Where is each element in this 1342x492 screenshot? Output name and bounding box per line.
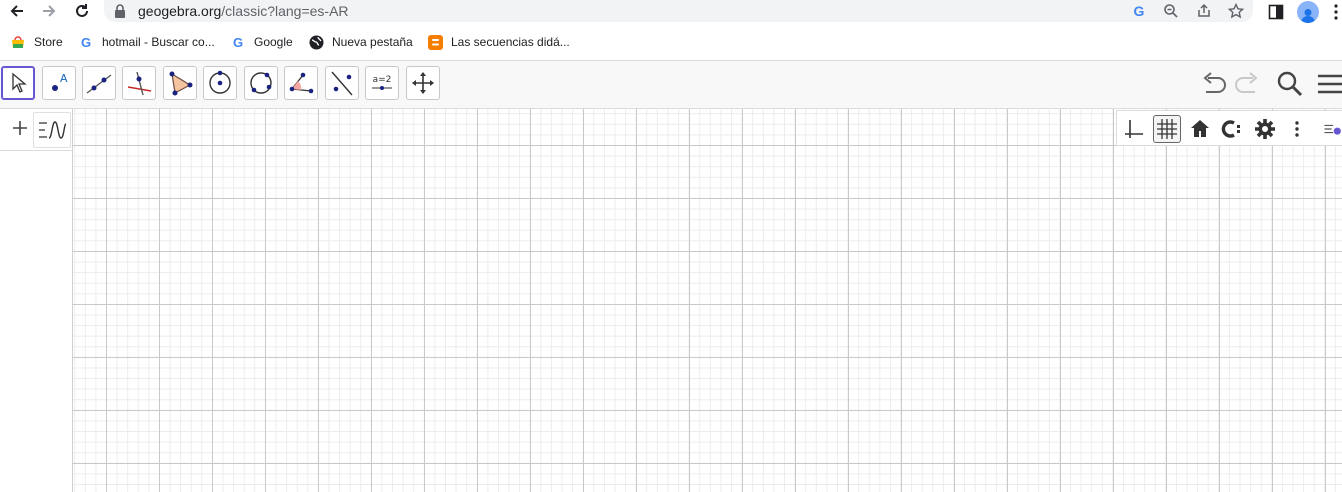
polygon-icon	[169, 71, 193, 96]
google-lens-icon[interactable]: G	[1130, 2, 1148, 20]
menu-icon	[1318, 74, 1342, 94]
toggle-axes-button[interactable]	[1119, 115, 1147, 143]
share-icon[interactable]	[1195, 2, 1213, 20]
bookmark-label: hotmail - Buscar co...	[102, 35, 215, 49]
more-vertical-icon	[1334, 4, 1338, 20]
more-options-button[interactable]	[1283, 115, 1311, 143]
label-style-icon	[1221, 120, 1240, 138]
move-tool[interactable]	[1, 66, 35, 100]
bookmarks-bar: Store G hotmail - Buscar co... G Google …	[0, 24, 1342, 61]
google-icon: G	[80, 34, 92, 50]
more-icon	[1295, 121, 1299, 137]
perpendicular-line-tool[interactable]	[122, 66, 156, 100]
label-style-button[interactable]	[1218, 115, 1246, 143]
point-icon: A	[52, 72, 68, 91]
add-item-button[interactable]	[10, 118, 30, 138]
bookmark-star-icon[interactable]	[1227, 2, 1245, 20]
algebra-input-help-button[interactable]	[33, 112, 71, 148]
url-text: geogebra.org/classic?lang=es-AR	[138, 3, 349, 19]
main-menu-button[interactable]	[1316, 69, 1342, 99]
browser-top-bar: geogebra.org/classic?lang=es-AR G	[0, 0, 1342, 24]
reload-button[interactable]	[71, 0, 93, 22]
algebra-function-icon	[39, 121, 67, 139]
bookmark-store[interactable]: Store	[10, 33, 63, 51]
undo-icon	[1203, 72, 1226, 93]
reflect-tool[interactable]	[325, 66, 359, 100]
algebra-input-row[interactable]	[0, 109, 72, 151]
bookmark-nueva-pestana[interactable]: Nueva pestaña	[308, 33, 413, 51]
search-icon	[1277, 71, 1303, 97]
line-icon	[86, 74, 112, 94]
graphics-style-bar	[1116, 110, 1342, 146]
store-icon	[10, 34, 26, 50]
side-panel-icon[interactable]	[1264, 0, 1288, 24]
line-tool[interactable]	[82, 66, 116, 100]
algebra-view	[0, 109, 73, 492]
slider-tool-label: a=2	[372, 75, 392, 85]
angle-tool[interactable]	[284, 66, 318, 100]
circle-center-icon	[209, 70, 231, 94]
move-arrows-icon	[412, 72, 434, 94]
plus-icon	[13, 121, 27, 135]
perpendicular-icon	[127, 71, 152, 96]
svg-text:A: A	[60, 72, 68, 85]
circle-center-point-tool[interactable]	[203, 66, 237, 100]
slider-icon: a=2	[371, 75, 393, 91]
toggle-grid-button[interactable]	[1153, 115, 1181, 143]
chrome-menu-button[interactable]	[1330, 0, 1342, 24]
url-host: geogebra.org	[138, 3, 222, 19]
address-bar[interactable]: geogebra.org/classic?lang=es-AR G	[104, 0, 1253, 22]
reflect-line-icon	[331, 71, 353, 96]
circle-three-points-tool[interactable]	[244, 66, 278, 100]
bookmark-label: Store	[34, 35, 63, 49]
gear-icon	[1255, 119, 1275, 139]
forward-button[interactable]	[38, 0, 60, 22]
circle-three-points-icon	[250, 72, 272, 94]
lock-icon	[114, 4, 126, 23]
bookmark-secuencias[interactable]: Las secuencias didá...	[427, 33, 570, 51]
blogger-icon	[427, 34, 443, 50]
graphics-view-canvas[interactable]	[73, 109, 1342, 492]
geogebra-toolbar: A a=2	[0, 61, 1342, 109]
grid-icon	[1157, 119, 1177, 139]
bookmark-label: Las secuencias didá...	[451, 35, 570, 49]
reload-icon	[76, 4, 88, 17]
graphics-settings-button[interactable]	[1251, 115, 1279, 143]
undo-button[interactable]	[1199, 69, 1229, 99]
arrow-left-icon	[10, 5, 23, 17]
style-bar-toggle-icon	[1324, 124, 1341, 135]
google-icon: G	[232, 34, 244, 50]
cursor-arrow-icon	[12, 72, 27, 93]
bookmark-label: Google	[254, 35, 293, 49]
move-graphics-view-tool[interactable]	[406, 66, 440, 100]
zoom-icon[interactable]	[1162, 2, 1180, 20]
bookmark-label: Nueva pestaña	[332, 35, 413, 49]
axes-icon	[1125, 120, 1143, 138]
redo-button[interactable]	[1232, 69, 1262, 99]
standard-view-button[interactable]	[1186, 115, 1214, 143]
avatar-icon	[1297, 1, 1319, 23]
url-path: /classic?lang=es-AR	[221, 3, 349, 19]
point-tool[interactable]: A	[42, 66, 76, 100]
polygon-tool[interactable]	[163, 66, 197, 100]
profile-avatar[interactable]	[1296, 0, 1320, 24]
bookmark-hotmail[interactable]: G hotmail - Buscar co...	[78, 33, 215, 51]
home-icon	[1191, 120, 1209, 137]
back-button[interactable]	[6, 0, 28, 22]
globe-icon	[308, 34, 324, 50]
style-bar-toggle-button[interactable]	[1323, 115, 1342, 143]
bookmark-google[interactable]: G Google	[230, 33, 293, 51]
angle-icon	[289, 72, 314, 94]
search-button[interactable]	[1275, 69, 1305, 99]
arrow-right-icon	[43, 5, 56, 17]
redo-icon	[1235, 72, 1258, 93]
slider-tool[interactable]: a=2	[365, 66, 399, 100]
